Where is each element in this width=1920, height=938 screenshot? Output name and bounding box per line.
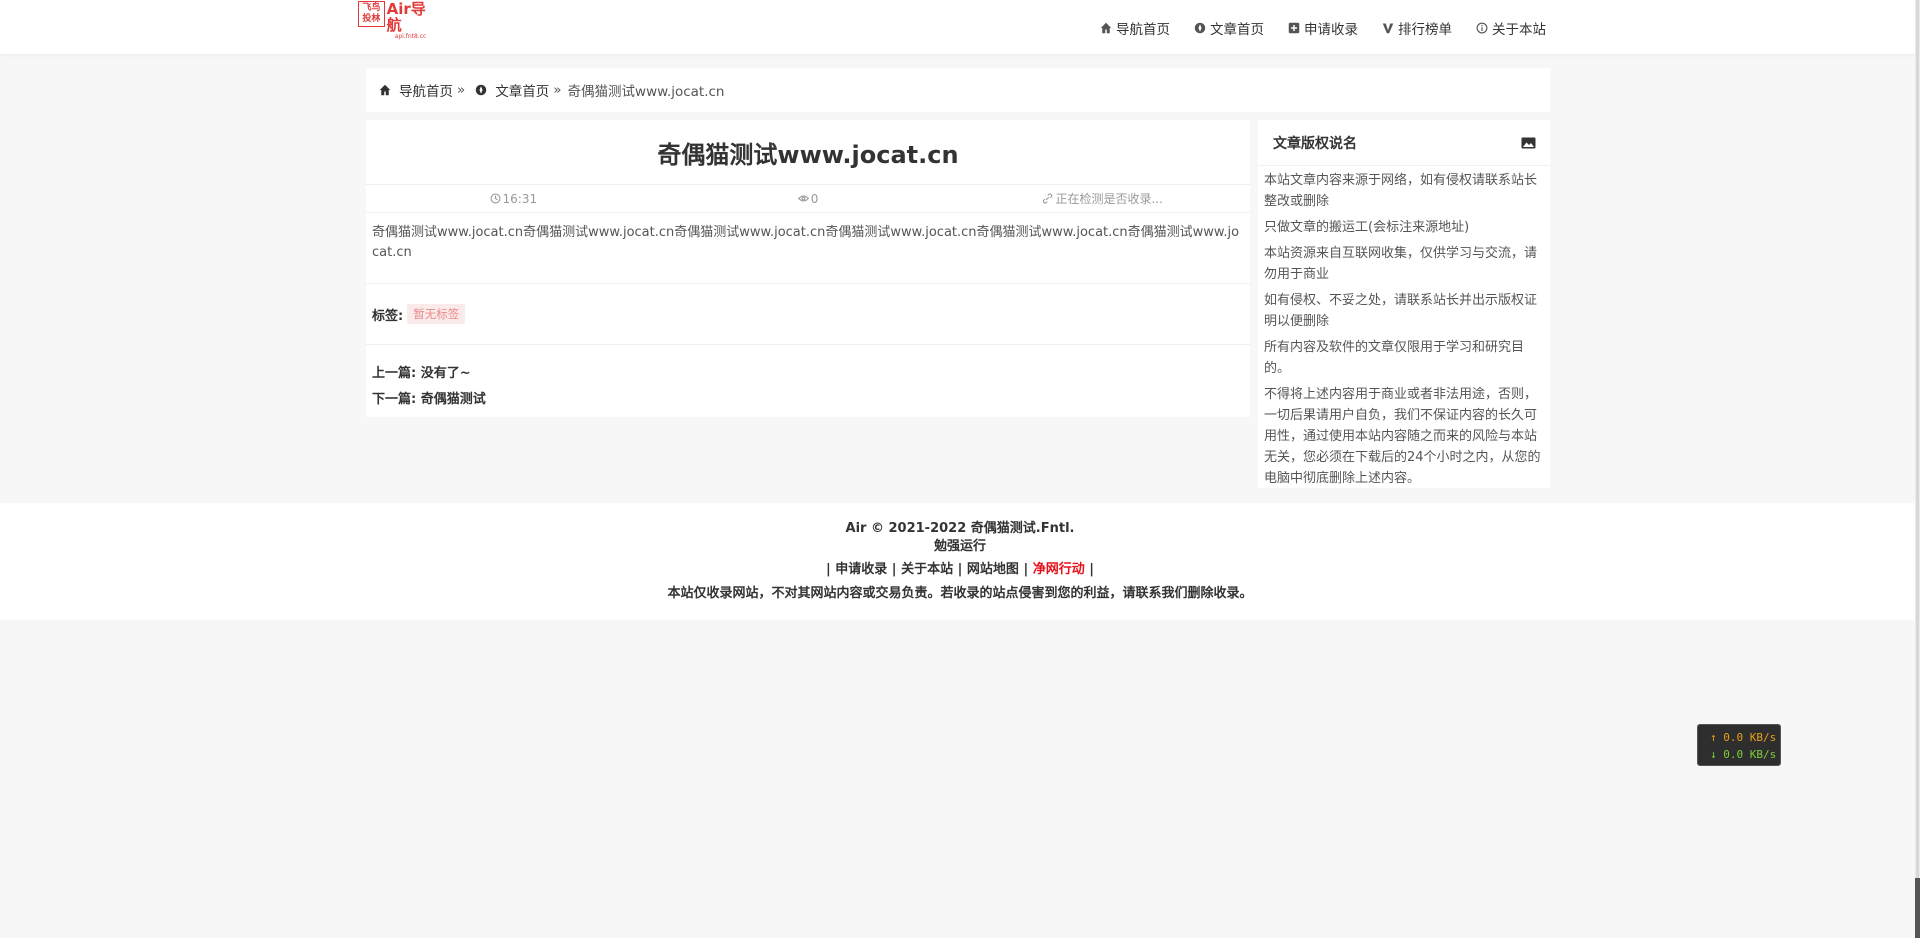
article-body: 奇偶猫测试www.jocat.cn奇偶猫测试www.jocat.cn奇偶猫测试w… xyxy=(366,213,1250,284)
prev-article-value: 没有了~ xyxy=(420,366,471,381)
image-icon xyxy=(1521,137,1536,148)
breadcrumb-home[interactable]: 导航首页 xyxy=(379,80,453,100)
nav-item-submit[interactable]: 申请收录 xyxy=(1288,18,1358,38)
breadcrumb-home-label: 导航首页 xyxy=(399,84,453,100)
scrollbar-thumb[interactable] xyxy=(1916,0,1919,880)
home-icon xyxy=(1100,22,1112,34)
prev-article-label: 上一篇: xyxy=(372,366,417,381)
meta-time-value: 16:31 xyxy=(502,191,538,206)
article-meta: 16:31 0 正在检测是否收录... xyxy=(366,185,1250,213)
logo-mark: 飞鸟 投林 xyxy=(358,1,385,27)
breadcrumb-separator: » xyxy=(457,82,466,98)
sidebar-list: 本站文章内容来源于网络，如有侵权请联系站长整改或删除 只做文章的搬运工(会标注来… xyxy=(1258,166,1550,489)
tags-label: 标签: xyxy=(372,308,404,324)
footer-copyright: Air © 2021-2022 奇偶猫测试.Fntl. xyxy=(845,521,1075,536)
nav-item-about[interactable]: 关于本站 xyxy=(1476,18,1546,38)
article-navigation: 上一篇: 没有了~ 下一篇: 奇偶猫测试 xyxy=(366,345,1250,413)
copyright-sidebar: 文章版权说名 本站文章内容来源于网络，如有侵权请联系站长整改或删除 只做文章的搬… xyxy=(1258,120,1550,488)
footer-link-about[interactable]: 关于本站 xyxy=(901,562,953,577)
v-icon xyxy=(1382,23,1394,34)
scrollbar-bottom[interactable] xyxy=(1915,878,1920,938)
footer-disclaimer: 本站仅收录网站，不对其网站内容或交易负责。若收录的站点侵害到您的利益，请联系我们… xyxy=(667,586,1253,601)
page-footer: Air © 2021-2022 奇偶猫测试.Fntl. 勉强运行 | 申请收录 … xyxy=(0,503,1920,620)
upload-speed: ↑ 0.0 KB/s xyxy=(1710,731,1777,744)
list-item: 所有内容及软件的文章仅限用于学习和研究目的。 xyxy=(1264,340,1525,376)
footer-link-sitemap[interactable]: 网站地图 xyxy=(967,562,1019,577)
nav-item-home[interactable]: 导航首页 xyxy=(1100,18,1170,38)
footer-link-submit[interactable]: 申请收录 xyxy=(835,562,887,577)
article-card: 奇偶猫测试www.jocat.cn 16:31 0 正在检测是否收录... 奇偶… xyxy=(366,120,1250,417)
clock-icon xyxy=(490,193,501,204)
link-icon xyxy=(1043,193,1053,204)
prev-article[interactable]: 上一篇: 没有了~ xyxy=(372,361,1244,387)
next-article[interactable]: 下一篇: 奇偶猫测试 xyxy=(372,387,1244,413)
eye-icon xyxy=(797,195,809,202)
meta-views: 0 xyxy=(661,192,956,206)
sidebar-header: 文章版权说名 xyxy=(1258,120,1550,166)
tag-badge: 暂无标签 xyxy=(407,304,466,324)
breadcrumb-articles-label: 文章首页 xyxy=(495,84,550,100)
main-nav: 导航首页 文章首页 申请收录 排行榜单 关于本站 xyxy=(1076,18,1546,38)
breadcrumb-current: 奇偶猫测试www.jocat.cn xyxy=(567,84,725,100)
meta-views-value: 0 xyxy=(810,191,819,206)
nav-item-articles[interactable]: 文章首页 xyxy=(1194,18,1264,38)
logo-subtitle: api.fnt8.cc xyxy=(394,33,427,40)
footer-links: | 申请收录 | 关于本站 | 网站地图 | 净网行动 | xyxy=(825,562,1095,577)
nav-item-label: 申请收录 xyxy=(1304,22,1358,38)
nav-item-label: 导航首页 xyxy=(1116,22,1170,38)
site-logo[interactable]: 飞鸟 投林 Air导航 api.fnt8.cc xyxy=(358,1,438,40)
logo-title: Air导航 xyxy=(386,0,426,34)
home-icon xyxy=(379,84,391,96)
breadcrumb: 导航首页 » 文章首页 » 奇偶猫测试www.jocat.cn xyxy=(366,68,1550,112)
list-item: 只做文章的搬运工(会标注来源地址) xyxy=(1264,220,1470,235)
list-item: 不得将上述内容用于商业或者非法用途，否则，一切后果请用户自负，我们不保证内容的长… xyxy=(1264,387,1541,486)
nav-item-label: 文章首页 xyxy=(1210,22,1264,38)
meta-index-status: 正在检测是否收录... xyxy=(955,190,1250,207)
net-speed-widget[interactable]: ↑ 0.0 KB/s ↓ 0.0 KB/s xyxy=(1697,724,1781,766)
top-header: 飞鸟 投林 Air导航 api.fnt8.cc 导航首页 文章首页 申请收录 排… xyxy=(0,0,1920,54)
nav-item-label: 排行榜单 xyxy=(1398,22,1452,38)
compass-icon xyxy=(1194,22,1206,34)
list-item: 本站资源来自互联网收集，仅供学习与交流，请勿用于商业 xyxy=(1264,246,1538,282)
nav-item-label: 关于本站 xyxy=(1492,22,1546,38)
breadcrumb-separator: » xyxy=(553,82,562,98)
article-tags: 标签: 暂无标签 xyxy=(366,284,1250,345)
info-icon xyxy=(1476,22,1488,34)
article-title: 奇偶猫测试www.jocat.cn xyxy=(366,120,1250,185)
breadcrumb-articles[interactable]: 文章首页 xyxy=(471,80,549,100)
compass-icon xyxy=(476,84,487,96)
plus-square-icon xyxy=(1288,22,1300,34)
footer-link-clean-net[interactable]: 净网行动 xyxy=(1033,562,1085,577)
sidebar-title: 文章版权说名 xyxy=(1273,135,1357,152)
footer-running: 勉强运行 xyxy=(933,539,986,554)
page-scrollbar[interactable] xyxy=(1915,0,1920,938)
next-article-link[interactable]: 奇偶猫测试 xyxy=(421,392,486,407)
meta-time: 16:31 xyxy=(366,192,661,206)
meta-index-status-value: 正在检测是否收录... xyxy=(1055,192,1163,206)
list-item: 如有侵权、不妥之处，请联系站长并出示版权证明以便删除 xyxy=(1264,293,1538,329)
next-article-label: 下一篇: xyxy=(372,392,417,407)
download-speed: ↓ 0.0 KB/s xyxy=(1710,748,1777,761)
nav-item-ranking[interactable]: 排行榜单 xyxy=(1382,18,1452,38)
list-item: 本站文章内容来源于网络，如有侵权请联系站长整改或删除 xyxy=(1264,173,1538,209)
